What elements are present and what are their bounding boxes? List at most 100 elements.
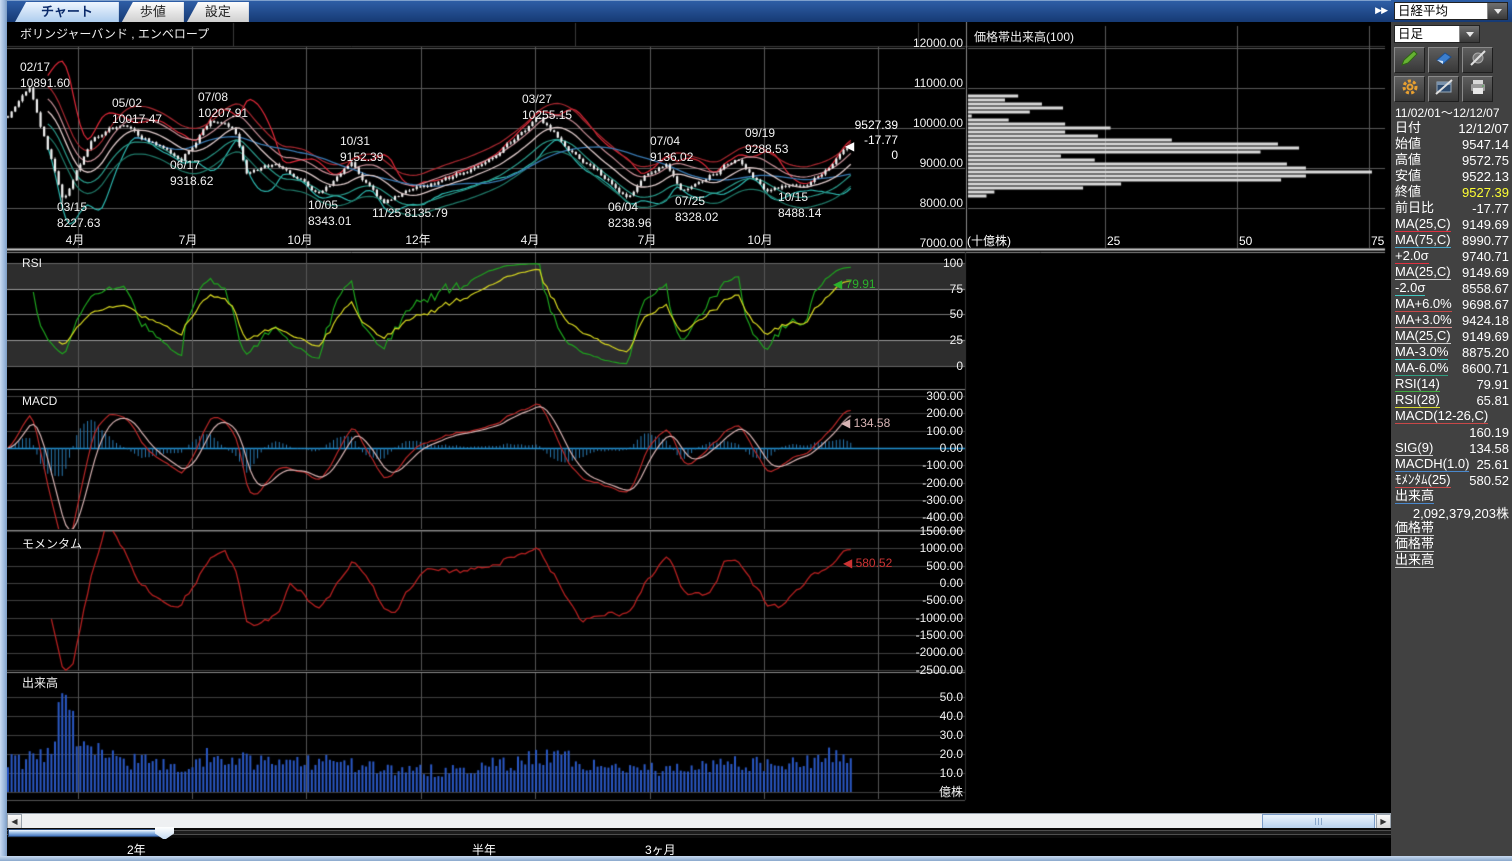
field-value: 9424.18 xyxy=(1462,313,1509,328)
sidebar-row: 価格帯 xyxy=(1391,520,1512,536)
window-frame-bottom xyxy=(0,856,1512,861)
zoom-range-slider[interactable] xyxy=(7,828,1391,838)
line-clear-button[interactable] xyxy=(1462,47,1493,73)
indicator-link[interactable]: MA(25,C) xyxy=(1395,217,1451,232)
indicator-link[interactable]: 価格帯 xyxy=(1395,537,1434,552)
sidebar-row: MA(25,C)9149.69 xyxy=(1391,328,1512,344)
tab-chart[interactable]: チャート xyxy=(15,2,119,22)
sidebar: 日経平均 日足 11/02/01～12/12/07 日付12/12/07始値95… xyxy=(1391,0,1512,861)
indicator-link[interactable]: +2.0σ xyxy=(1395,249,1429,264)
timeframe-select[interactable]: 日足 xyxy=(1394,25,1480,43)
sidebar-row: MACD(12-26,C) xyxy=(1391,408,1512,424)
field-value: 25.61 xyxy=(1476,457,1509,472)
field-value: 9740.71 xyxy=(1462,249,1509,264)
horizontal-scrollbar[interactable]: ◀ ▶ xyxy=(7,813,1391,828)
field-value: -17.77 xyxy=(1472,201,1509,216)
field-label: 日付 xyxy=(1395,121,1421,135)
sidebar-row: 終値 9527.39 xyxy=(1391,184,1512,200)
field-label: 安値 xyxy=(1395,169,1421,183)
indicator-link[interactable]: MA+6.0% xyxy=(1395,297,1452,312)
field-label: 前日比 xyxy=(1395,201,1434,215)
printer-button[interactable] xyxy=(1462,76,1493,102)
sidebar-row: SIG(9) 134.58 xyxy=(1391,440,1512,456)
eraser-button[interactable] xyxy=(1428,47,1459,73)
sidebar-row: +2.0σ 9740.71 xyxy=(1391,248,1512,264)
drawing-toolbar xyxy=(1394,47,1502,105)
window-clear-icon xyxy=(1434,78,1454,101)
sidebar-row: MA+3.0% 9424.18 xyxy=(1391,312,1512,328)
sidebar-row: 価格帯 xyxy=(1391,536,1512,552)
sidebar-row: MA(25,C) 9149.69 xyxy=(1391,216,1512,232)
indicator-link[interactable]: MA(75,C) xyxy=(1395,233,1451,248)
field-value: 9149.69 xyxy=(1462,265,1509,280)
field-value: 9149.69 xyxy=(1462,217,1509,232)
indicator-link[interactable]: MA-6.0% xyxy=(1395,361,1448,376)
sidebar-row: RSI(28)65.81 xyxy=(1391,392,1512,408)
pencil-button[interactable] xyxy=(1394,47,1425,73)
indicator-link[interactable]: MACDH(1.0) xyxy=(1395,457,1469,472)
indicator-link[interactable]: ﾓﾒﾝﾀﾑ(25) xyxy=(1395,473,1451,488)
gear-icon xyxy=(1400,78,1420,101)
scroll-left-button[interactable]: ◀ xyxy=(7,814,22,829)
field-value: 12/12/07 xyxy=(1458,121,1509,136)
sidebar-row: -2.0σ 8558.67 xyxy=(1391,280,1512,296)
symbol-dropdown-arrow-icon[interactable] xyxy=(1487,3,1507,19)
collapse-panel-button[interactable]: ▶▶ xyxy=(1375,5,1387,16)
sidebar-row: MA-6.0% 8600.71 xyxy=(1391,360,1512,376)
eraser-icon xyxy=(1434,49,1454,72)
window-clear-button[interactable] xyxy=(1428,76,1459,102)
chart-application-window: チャート歩値設定 ▶▶ ボリンジャーバンド , エンベロープ 価格帯出来高(10… xyxy=(0,0,1512,861)
printer-icon xyxy=(1468,78,1488,101)
field-value: 9572.75 xyxy=(1462,153,1509,168)
scroll-right-button[interactable]: ▶ xyxy=(1376,814,1391,829)
indicator-link[interactable]: SIG(9) xyxy=(1395,441,1433,456)
field-value: 580.52 xyxy=(1469,473,1509,488)
tab-ayumine[interactable]: 歩値 xyxy=(122,2,184,22)
indicator-value-list: 日付 12/12/07 始値 9547.14 高値 9572.75 安値 9522.13 終値 9… xyxy=(1391,120,1512,568)
timeframe-dropdown-arrow-icon[interactable] xyxy=(1459,26,1479,42)
indicator-link[interactable]: MA-3.0% xyxy=(1395,345,1448,360)
sidebar-row: MA(25,C) 9149.69 xyxy=(1391,264,1512,280)
indicator-link[interactable]: MACD(12-26,C) xyxy=(1395,409,1488,424)
window-frame-left xyxy=(0,0,7,861)
indicator-link[interactable]: 出来高 xyxy=(1395,553,1434,568)
indicator-link[interactable]: MA(25,C) xyxy=(1395,329,1451,344)
indicator-link[interactable]: 価格帯 xyxy=(1395,521,1434,536)
sidebar-row: ﾓﾒﾝﾀﾑ(25) 580.52 xyxy=(1391,472,1512,488)
field-label: 終値 xyxy=(1395,185,1421,199)
chart-canvas[interactable] xyxy=(7,22,1391,810)
field-value: 8990.77 xyxy=(1462,233,1509,248)
sidebar-row: 高値 9572.75 xyxy=(1391,152,1512,168)
field-label: 始値 xyxy=(1395,137,1421,151)
field-label: 高値 xyxy=(1395,153,1421,167)
indicator-link[interactable]: 出来高 xyxy=(1395,489,1434,504)
sidebar-row: 160.19 xyxy=(1391,424,1512,440)
field-value: 8558.67 xyxy=(1462,281,1509,296)
field-value: 79.91 xyxy=(1476,377,1509,392)
zoom-range-fill xyxy=(8,829,163,837)
field-value: 160.19 xyxy=(1469,425,1509,440)
period-preset-bar: 2年半年3ヶ月 xyxy=(7,839,1391,856)
gear-button[interactable] xyxy=(1394,76,1425,102)
indicator-link[interactable]: MA+3.0% xyxy=(1395,313,1452,328)
line-clear-icon xyxy=(1468,49,1488,72)
sidebar-row: MA-3.0%8875.20 xyxy=(1391,344,1512,360)
symbol-select[interactable]: 日経平均 xyxy=(1394,2,1508,20)
sidebar-row: RSI(14) 79.91 xyxy=(1391,376,1512,392)
field-value: 9547.14 xyxy=(1462,137,1509,152)
field-value: 9698.67 xyxy=(1462,297,1509,312)
indicator-link[interactable]: -2.0σ xyxy=(1395,281,1425,296)
field-value: 8600.71 xyxy=(1462,361,1509,376)
field-value: 9527.39 xyxy=(1462,185,1509,200)
field-value: 9522.13 xyxy=(1462,169,1509,184)
field-value: 2,092,379,203株 xyxy=(1413,503,1509,522)
sidebar-row: 始値 9547.14 xyxy=(1391,136,1512,152)
indicator-link[interactable]: MA(25,C) xyxy=(1395,265,1451,280)
indicator-link[interactable]: RSI(28) xyxy=(1395,393,1440,408)
indicator-link[interactable]: RSI(14) xyxy=(1395,377,1440,392)
scrollbar-thumb[interactable] xyxy=(1262,814,1375,829)
field-value: 134.58 xyxy=(1469,441,1509,456)
tab-settings[interactable]: 設定 xyxy=(187,2,249,22)
sidebar-row: MA(75,C) 8990.77 xyxy=(1391,232,1512,248)
tab-strip: チャート歩値設定 xyxy=(7,1,1391,22)
